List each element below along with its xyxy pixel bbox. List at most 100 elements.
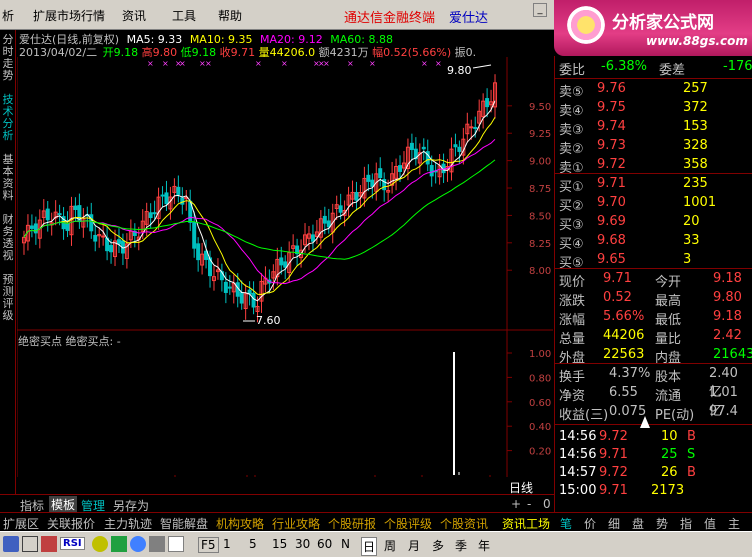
fundamental-label: 股本: [655, 370, 682, 385]
mirror-icon[interactable]: [149, 536, 165, 552]
tab-stock-research[interactable]: 个股研报: [328, 515, 376, 532]
tab-intraday[interactable]: 分时走势: [1, 34, 15, 86]
candle-body: [421, 146, 426, 150]
period-label[interactable]: 日线: [509, 479, 533, 496]
candle-body: [409, 142, 414, 151]
tab-price[interactable]: 价: [584, 515, 596, 532]
zoom-icon[interactable]: [130, 536, 146, 552]
tab-extended-area[interactable]: 扩展区: [3, 515, 39, 532]
candle-body: [45, 208, 50, 221]
settings-icon[interactable]: [168, 536, 184, 552]
tab-related-quotes[interactable]: 关联报价: [47, 515, 95, 532]
ma20-line: [23, 138, 496, 285]
period-60-button[interactable]: 60: [317, 537, 332, 551]
signal-marker: ×: [255, 59, 262, 68]
candle-body: [57, 213, 62, 216]
indicator-tick-label: 0.20: [529, 447, 551, 458]
bid-price: 9.70: [597, 195, 626, 210]
ask-row: 卖⑤ 9.76 257: [559, 80, 749, 100]
fundamental-label: 净资: [559, 389, 586, 404]
period-week-button[interactable]: 周: [384, 537, 396, 554]
candle-body: [101, 235, 106, 238]
period-month-button[interactable]: 月: [408, 537, 420, 554]
tab-technical-analysis[interactable]: 技术分析: [1, 94, 15, 146]
stat-label: 量比: [655, 332, 682, 347]
logo-url: www.88gs.com: [646, 34, 748, 48]
zoom-out-button[interactable]: -: [527, 497, 531, 511]
mouse-cursor-icon: [640, 416, 650, 428]
quote-stat-row: 现价 9.71 今开 9.18: [559, 270, 749, 290]
rsi-button[interactable]: RSI: [60, 537, 85, 550]
bid-volume: 3: [683, 252, 692, 267]
tab-forecast[interactable]: 预测评级: [1, 274, 15, 326]
tab-stock-news[interactable]: 个股资讯: [440, 515, 488, 532]
bid-label: 买①: [559, 180, 584, 195]
period-5-button[interactable]: 5: [249, 537, 257, 551]
bid-row: 买③ 9.69 20: [559, 213, 749, 233]
kline-chart[interactable]: 9.50 9.25 9.00 8.75 8.50 8.25 8.00 × × × × × × × × × × ×…: [17, 57, 553, 477]
period-1-button[interactable]: 1: [223, 537, 231, 551]
flower-logo-icon: [564, 3, 608, 47]
tab-trend[interactable]: 势: [656, 515, 668, 532]
tab-template[interactable]: 模板: [49, 496, 78, 513]
ask-volume: 372: [683, 100, 708, 115]
stat-label: 最高: [655, 294, 682, 309]
chart-type-icon[interactable]: [3, 536, 19, 552]
signal-marker: ×: [205, 59, 212, 68]
move-icon[interactable]: [111, 536, 127, 552]
menu-item-tools[interactable]: 工具: [172, 7, 196, 24]
tab-news-workshop[interactable]: 资讯工场: [502, 515, 550, 532]
price-tick-label: 8.25: [529, 239, 551, 250]
candle-body: [65, 222, 70, 231]
quote-panel: 委比 -6.38% 委差 -176 卖⑤ 9.76 257 卖④ 9.75 372 卖③ 9.…: [554, 56, 752, 512]
f5-button[interactable]: F5: [198, 537, 219, 553]
separator: [555, 363, 752, 364]
tab-smart-analysis[interactable]: 智能解盘: [160, 515, 208, 532]
candle-body: [279, 257, 284, 266]
tab-main[interactable]: 主: [728, 515, 740, 532]
candle-body: [109, 244, 114, 253]
refresh-icon[interactable]: [92, 536, 108, 552]
period-n-button[interactable]: N: [341, 537, 350, 551]
crosshair-icon[interactable]: [22, 536, 38, 552]
drawing-icon[interactable]: [41, 536, 57, 552]
weicha-value: -176: [723, 59, 752, 74]
candle-body: [338, 205, 343, 213]
stat-label: 今开: [655, 275, 682, 290]
stat-value: 2.42: [713, 328, 742, 343]
period-multi-button[interactable]: 多: [432, 537, 444, 554]
menu-item-analysis[interactable]: 析: [2, 7, 14, 24]
zoom-in-button[interactable]: +: [511, 497, 521, 511]
period-15-button[interactable]: 15: [272, 537, 287, 551]
separator: [555, 268, 752, 269]
menu-item-help[interactable]: 帮助: [218, 7, 242, 24]
stat-label: 最低: [655, 313, 682, 328]
tab-institution-strategy[interactable]: 机构攻略: [216, 515, 264, 532]
minimize-icon[interactable]: _: [533, 3, 547, 17]
weibi-row: 委比 -6.38% 委差 -176: [559, 58, 752, 78]
bid-price: 9.65: [597, 252, 626, 267]
tab-board[interactable]: 盘: [632, 515, 644, 532]
tick-row: 14:56 9.72 10 B: [559, 428, 749, 447]
tab-main-force[interactable]: 主力轨迹: [104, 515, 152, 532]
tab-trades[interactable]: 笔: [560, 515, 572, 532]
bid-label: 买③: [559, 218, 584, 233]
period-30-button[interactable]: 30: [295, 537, 310, 551]
tab-industry-strategy[interactable]: 行业攻略: [272, 515, 320, 532]
zoom-reset-button[interactable]: 0: [543, 497, 551, 511]
tab-value[interactable]: 值: [704, 515, 716, 532]
menu-item-extended-market[interactable]: 扩展市场行情: [33, 7, 105, 24]
tab-finance[interactable]: 财务透视: [1, 214, 15, 266]
period-year-button[interactable]: 年: [478, 537, 490, 554]
menu-item-news[interactable]: 资讯: [122, 7, 146, 24]
period-day-button[interactable]: 日: [361, 537, 378, 556]
tab-stock-rating[interactable]: 个股评级: [384, 515, 432, 532]
candle-body: [473, 126, 478, 129]
tab-detail[interactable]: 细: [608, 515, 620, 532]
candle-body: [366, 174, 371, 182]
tab-index[interactable]: 指: [680, 515, 692, 532]
tab-basic-info[interactable]: 基本资料: [1, 154, 15, 206]
ask-price: 9.74: [597, 119, 626, 134]
period-quarter-button[interactable]: 季: [455, 537, 467, 554]
fundamental-value: 97.4: [709, 404, 738, 419]
